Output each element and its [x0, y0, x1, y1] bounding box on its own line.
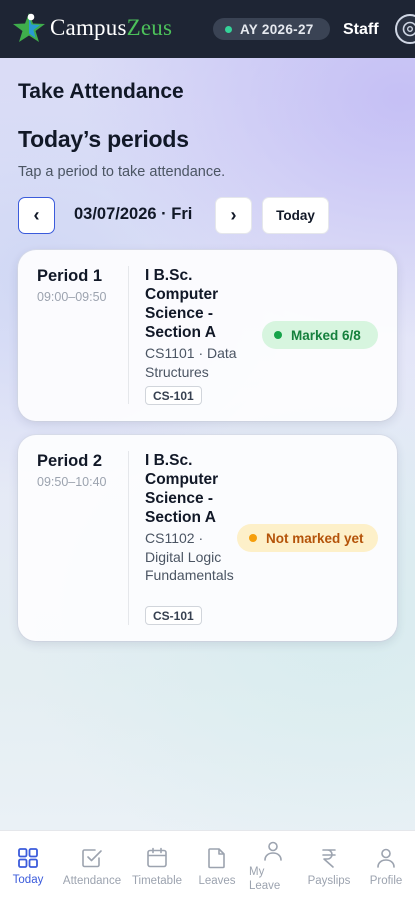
document-icon: [208, 848, 225, 869]
nav-label: Payslips: [307, 875, 351, 887]
brand-name: CampusZeus: [50, 15, 172, 41]
period-name: Period 2: [37, 452, 103, 470]
attendance-status-label: Marked 6/8: [291, 327, 361, 343]
status-dot-icon: [274, 331, 282, 339]
nav-label: Attendance: [62, 875, 122, 887]
nav-item-attendance[interactable]: Attendance: [59, 831, 125, 900]
room-badge: CS-101: [145, 386, 202, 405]
class-name: I B.Sc. Computer Science - Section A: [145, 267, 219, 341]
user-avatar-icon: [402, 21, 415, 37]
room-badge: CS-101: [145, 606, 202, 625]
nav-item-timetable[interactable]: Timetable: [129, 831, 185, 900]
section-title: Today’s periods: [18, 126, 189, 152]
checkbox-icon: [82, 849, 102, 868]
section-subtitle: Tap a period to take attendance.: [18, 164, 226, 180]
nav-label: My Leave: [249, 866, 281, 892]
academic-year-badge[interactable]: AY 2026-27: [213, 18, 330, 40]
nav-label: Profile: [369, 875, 403, 887]
nav-item-leaves[interactable]: Leaves: [195, 831, 239, 900]
previous-day-button[interactable]: ‹: [18, 197, 55, 234]
top-bar: CampusZeus AY 2026-27 Staff: [0, 0, 415, 58]
period-card[interactable]: Period 2 09:50–10:40 I B.Sc. Computer Sc…: [18, 435, 397, 641]
person-icon: [377, 848, 395, 868]
star-logo-icon: [13, 13, 45, 42]
role-label: Staff: [343, 21, 379, 38]
attendance-status-badge: Marked 6/8: [262, 321, 378, 349]
grid-icon: [18, 848, 38, 868]
nav-item-profile[interactable]: Profile: [364, 831, 408, 900]
page-title: Take Attendance: [18, 80, 184, 103]
person-icon: [264, 841, 282, 861]
period-card[interactable]: Period 1 09:00–09:50 I B.Sc. Computer Sc…: [18, 250, 397, 421]
status-dot-icon: [225, 25, 232, 33]
nav-label: Leaves: [198, 875, 236, 887]
attendance-status-label: Not marked yet: [266, 530, 364, 546]
period-name: Period 1: [37, 267, 103, 285]
bottom-nav: Today Attendance Timetable Leaves My Lea…: [0, 830, 415, 900]
course-name: CS1101 · Data Structures: [145, 345, 237, 380]
nav-label: Timetable: [131, 875, 183, 887]
nav-item-my-leave[interactable]: My Leave: [249, 831, 294, 900]
user-menu-button[interactable]: [395, 14, 415, 44]
nav-item-payslips[interactable]: Payslips: [304, 831, 354, 900]
nav-label: Today: [12, 874, 44, 886]
calendar-icon: [147, 847, 167, 868]
chevron-left-icon: ‹: [33, 205, 40, 225]
next-day-button[interactable]: ›: [215, 197, 252, 234]
class-name: I B.Sc. Computer Science - Section A: [145, 452, 219, 526]
nav-item-today[interactable]: Today: [8, 831, 48, 900]
period-time: 09:00–09:50: [37, 290, 107, 304]
rupee-icon: [322, 849, 336, 868]
card-divider: [128, 451, 129, 625]
brand-name-part2: Zeus: [126, 15, 173, 40]
current-date: 03/07/2026 · Fri: [74, 205, 193, 223]
brand-logo[interactable]: CampusZeus: [12, 11, 172, 45]
period-time: 09:50–10:40: [37, 475, 107, 489]
academic-year-label: AY 2026-27: [240, 21, 314, 37]
attendance-status-badge: Not marked yet: [237, 524, 378, 552]
brand-name-part1: Campus: [50, 15, 127, 40]
chevron-right-icon: ›: [230, 205, 237, 225]
status-dot-icon: [249, 534, 257, 542]
course-name: CS1102 · Digital Logic Fundamentals: [145, 530, 234, 583]
today-button[interactable]: Today: [262, 197, 329, 234]
card-divider: [128, 266, 129, 404]
